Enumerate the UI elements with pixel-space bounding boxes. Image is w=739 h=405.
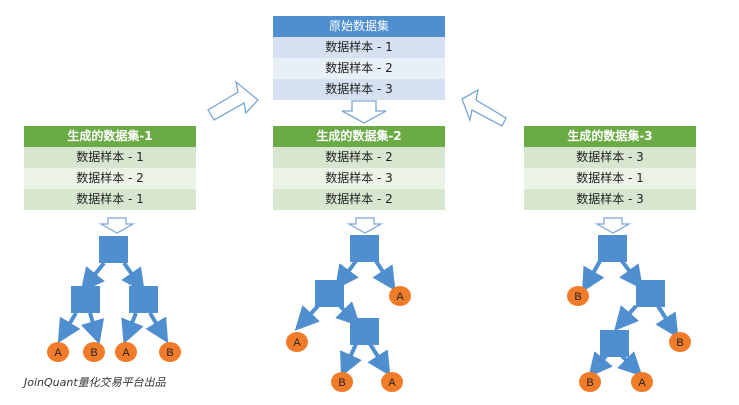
leaf: B xyxy=(331,372,353,392)
generated-dataset-3-title: 生成的数据集-3 xyxy=(524,126,696,147)
tree-3 xyxy=(582,235,679,378)
leaf: A xyxy=(115,342,137,362)
down-arrow-3 xyxy=(594,217,632,234)
generated-dataset-3-row-3: 数据样本 - 3 xyxy=(524,189,696,210)
leaf-label: B xyxy=(338,377,345,389)
leaf: B xyxy=(669,332,691,352)
down-arrow-1 xyxy=(98,217,136,234)
tree-2-root-node xyxy=(350,235,379,262)
leaf-label: B xyxy=(676,337,683,349)
leaf-label: A xyxy=(396,291,404,303)
leaf-label: B xyxy=(574,291,581,303)
leaf-label: B xyxy=(166,347,173,359)
original-dataset-title: 原始数据集 xyxy=(273,16,445,37)
down-arrow-2 xyxy=(346,217,384,234)
leaf-label: B xyxy=(90,347,97,359)
generated-dataset-2-row-1: 数据样本 - 2 xyxy=(273,147,445,168)
generated-dataset-3-table: 生成的数据集-3 数据样本 - 3 数据样本 - 1 数据样本 - 3 xyxy=(524,126,696,210)
generated-dataset-1-table: 生成的数据集-1 数据样本 - 1 数据样本 - 2 数据样本 - 1 xyxy=(24,126,196,210)
generated-dataset-3-row-1: 数据样本 - 3 xyxy=(524,147,696,168)
tree-2 xyxy=(294,235,396,377)
leaf-label: A xyxy=(638,377,646,389)
leaf: B xyxy=(159,342,181,362)
leaf-label: A xyxy=(388,377,396,389)
tree-2-leaves: A A B A xyxy=(286,286,411,392)
leaf: A xyxy=(631,372,653,392)
generated-dataset-1-title: 生成的数据集-1 xyxy=(24,126,196,147)
original-dataset-row-3: 数据样本 - 3 xyxy=(273,79,445,100)
tree-1-node-right xyxy=(129,286,158,313)
original-dataset-table: 原始数据集 数据样本 - 1 数据样本 - 2 数据样本 - 3 xyxy=(273,16,445,100)
generated-dataset-2-row-2: 数据样本 - 3 xyxy=(273,168,445,189)
leaf: A xyxy=(286,332,308,352)
original-dataset-row-2: 数据样本 - 2 xyxy=(273,58,445,79)
tree-2-node-lower xyxy=(350,318,379,345)
leaf: A xyxy=(47,342,69,362)
leaf: B xyxy=(567,286,589,306)
tree-3-root-node xyxy=(598,235,627,262)
generated-dataset-1-row-3: 数据样本 - 1 xyxy=(24,189,196,210)
generated-dataset-2-table: 生成的数据集-2 数据样本 - 2 数据样本 - 3 数据样本 - 2 xyxy=(273,126,445,210)
leaf-label: B xyxy=(586,377,593,389)
generated-dataset-2-title: 生成的数据集-2 xyxy=(273,126,445,147)
tree-2-node-left xyxy=(315,280,344,307)
generated-dataset-3-row-2: 数据样本 - 1 xyxy=(524,168,696,189)
split-arrow-right xyxy=(461,88,507,127)
leaf: A xyxy=(389,286,411,306)
split-arrow-middle xyxy=(341,100,387,124)
tree-3-node-right xyxy=(636,280,665,307)
leaf: B xyxy=(83,342,105,362)
tree-3-node-lower xyxy=(600,330,629,357)
leaf: B xyxy=(579,372,601,392)
original-dataset-row-1: 数据样本 - 1 xyxy=(273,37,445,58)
generated-dataset-2-row-3: 数据样本 - 2 xyxy=(273,189,445,210)
generated-dataset-1-row-1: 数据样本 - 1 xyxy=(24,147,196,168)
tree-1-root-node xyxy=(99,236,128,263)
tree-1-node-left xyxy=(71,286,100,313)
leaf-label: A xyxy=(54,347,62,359)
tree-1 xyxy=(57,236,169,345)
generated-dataset-1-row-2: 数据样本 - 2 xyxy=(24,168,196,189)
leaf: A xyxy=(381,372,403,392)
split-arrow-left xyxy=(207,80,259,121)
caption-text: JoinQuant量化交易平台出品 xyxy=(24,376,166,389)
tree-1-leaves: A B A B xyxy=(47,342,181,362)
leaf-label: A xyxy=(293,337,301,349)
leaf-label: A xyxy=(122,347,130,359)
